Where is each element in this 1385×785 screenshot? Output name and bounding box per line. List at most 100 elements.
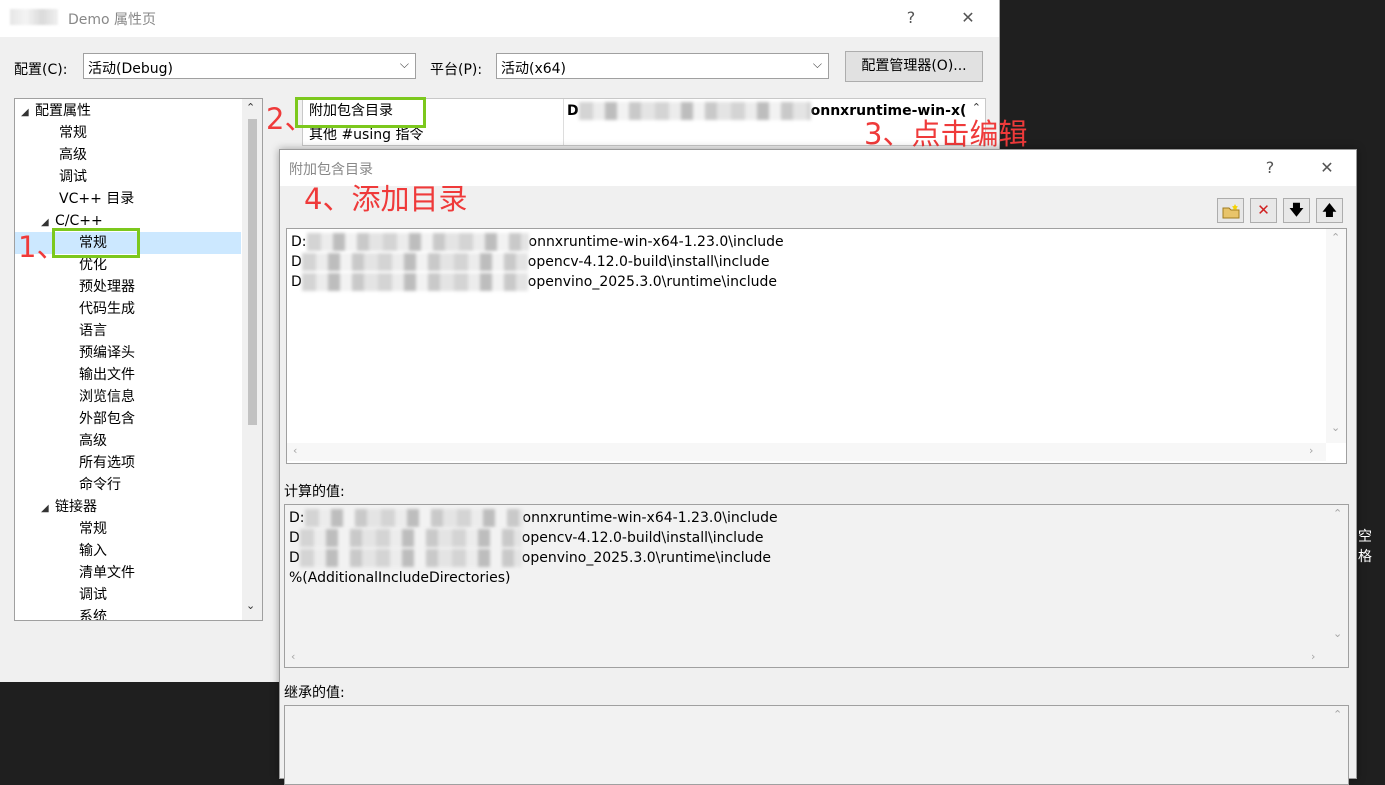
path-prefix: D [289,530,300,546]
expander-icon[interactable]: ◢ [21,102,35,124]
tree-scrollbar[interactable]: ⌃ ⌄ [242,99,262,620]
tree-item-linker-general[interactable]: 常规 [79,518,262,540]
tree-item-vc-directories[interactable]: VC++ 目录 [59,188,262,210]
list-item[interactable]: Dopenvino_2025.3.0\runtime\include [291,272,777,292]
new-line-button[interactable] [1217,198,1244,223]
scrollbar-thumb[interactable] [248,119,257,425]
tree-item-general[interactable]: 常规 [59,122,262,144]
tree-item-label: 配置属性 [35,103,91,119]
tree-item-preprocessor[interactable]: 预处理器 [79,276,262,298]
tree-item-browse-information[interactable]: 浏览信息 [79,386,262,408]
list-vertical-scrollbar[interactable]: ⌃ ⌄ [1326,229,1346,443]
tree-item-advanced[interactable]: 高级 [59,144,262,166]
path-prefix: D: [289,510,305,526]
chevron-down-icon[interactable]: ⌄ [1331,421,1340,434]
tree-item-output-files[interactable]: 输出文件 [79,364,262,386]
value-prefix: D [567,103,579,119]
tree-item-label: 命令行 [79,477,121,493]
help-button[interactable]: ? [896,8,926,28]
tree-item-manifest-file[interactable]: 清单文件 [79,562,262,584]
chevron-down-icon[interactable]: ⌄ [1333,627,1342,640]
grid-divider [563,99,564,145]
annotation-step1: 1、 [18,230,66,264]
tree-item-label: 优化 [79,257,107,273]
tree-item-label: 常规 [59,125,87,141]
path-suffix: opencv-4.12.0-build\install\include [527,254,770,270]
tree-item-config-properties[interactable]: ◢ 配置属性 [21,100,251,122]
tree-item-label: 输出文件 [79,367,135,383]
tree-item-language[interactable]: 语言 [79,320,262,342]
redacted-path [301,253,528,271]
chevron-right-icon[interactable]: › [1311,650,1315,663]
tree-item-debugging[interactable]: 调试 [59,166,262,188]
list-item: %(AdditionalIncludeDirectories) [289,568,511,588]
expander-icon[interactable]: ◢ [41,498,55,520]
close-button[interactable]: ✕ [1312,158,1342,178]
list-item[interactable]: D: onnxruntime-win-x64-1.23.0\include [291,232,784,252]
move-up-button[interactable]: 🡅 [1316,198,1343,223]
tree-item-linker[interactable]: ◢ 链接器 [41,496,262,520]
chevron-up-icon[interactable]: ⌃ [1333,708,1342,721]
move-down-button[interactable]: 🡇 [1283,198,1310,223]
tree-item-label: 链接器 [55,499,97,515]
tree-item-label: 调试 [79,587,107,603]
help-button[interactable]: ? [1255,158,1285,178]
tree-item-input[interactable]: 输入 [79,540,262,562]
tree-item-system[interactable]: 系统 [79,606,262,621]
close-button[interactable]: ✕ [953,8,983,28]
app-icon [10,9,58,25]
tree-item-label: 输入 [79,543,107,559]
list-item[interactable]: Dopencv-4.12.0-build\install\include [291,252,769,272]
background-text: 空格 [1358,529,1372,565]
directory-list[interactable]: D: onnxruntime-win-x64-1.23.0\include Dop… [286,228,1347,464]
tree-item-label: 预处理器 [79,279,135,295]
computed-horizontal-scrollbar[interactable]: ‹ › [285,649,1328,667]
tree-item-linker-debugging[interactable]: 调试 [79,584,262,606]
chevron-left-icon[interactable]: ‹ [293,444,297,457]
delete-button[interactable]: ✕ [1250,198,1277,223]
inherited-values-label: 继承的值: [284,685,345,701]
chevron-right-icon[interactable]: › [1309,444,1313,457]
tree-item-precompiled-headers[interactable]: 预编译头 [79,342,262,364]
tree-item-label: 高级 [79,433,107,449]
config-combobox[interactable]: 活动(Debug) ⌵ [83,53,416,79]
tree-item-label: VC++ 目录 [59,191,135,207]
platform-combobox[interactable]: 活动(x64) ⌵ [496,53,829,79]
platform-label: 平台(P): [430,62,483,78]
computed-values-box: D: onnxruntime-win-x64-1.23.0\include Dop… [284,504,1349,668]
chevron-up-icon[interactable]: ⌃ [1331,231,1340,244]
new-folder-icon [1222,203,1239,218]
move-down-icon: 🡇 [1288,201,1305,219]
title-bar: Demo 属性页 ? ✕ [0,0,999,37]
tree-item-command-line[interactable]: 命令行 [79,474,262,496]
path-suffix: openvino_2025.3.0\runtime\include [521,550,771,566]
tree-item-code-generation[interactable]: 代码生成 [79,298,262,320]
inherited-values-box: ⌃ [284,705,1349,785]
tree-item-all-options[interactable]: 所有选项 [79,452,262,474]
config-value: 活动(Debug) [88,61,173,77]
computed-values-label: 计算的值: [284,484,345,500]
chevron-up-icon[interactable]: ⌃ [1333,507,1342,520]
highlight-box-step2 [295,97,426,128]
tree-item-cpp-advanced[interactable]: 高级 [79,430,262,452]
tree-item-label: 系统 [79,609,107,621]
computed-vertical-scrollbar[interactable]: ⌃ ⌄ [1328,505,1348,649]
chevron-left-icon[interactable]: ‹ [291,650,295,663]
tree-item-label: 外部包含 [79,411,135,427]
inherited-vertical-scrollbar[interactable]: ⌃ [1328,706,1348,784]
tree-item-external-includes[interactable]: 外部包含 [79,408,262,430]
move-up-icon: 🡅 [1321,201,1338,219]
redacted-path [301,273,528,291]
chevron-down-icon[interactable]: ⌄ [246,599,255,612]
list-horizontal-scrollbar[interactable]: ‹ › [287,443,1326,461]
property-name: 其他 #using 指令 [309,127,424,143]
property-tree[interactable]: ◢ 配置属性 常规 高级 调试 VC++ 目录 ◢ C/C++ 常规 优化 预处理器… [14,98,263,621]
annotation-step4: 4、添加目录 [304,182,468,216]
chevron-up-icon[interactable]: ⌃ [246,101,255,114]
tree-item-label: 调试 [59,169,87,185]
list-item: D: onnxruntime-win-x64-1.23.0\include [289,508,778,528]
path-prefix: D [289,550,300,566]
config-manager-button[interactable]: 配置管理器(O)... [845,51,983,82]
macro-text: %(AdditionalIncludeDirectories) [289,570,511,586]
chevron-down-icon: ⌵ [399,57,409,71]
